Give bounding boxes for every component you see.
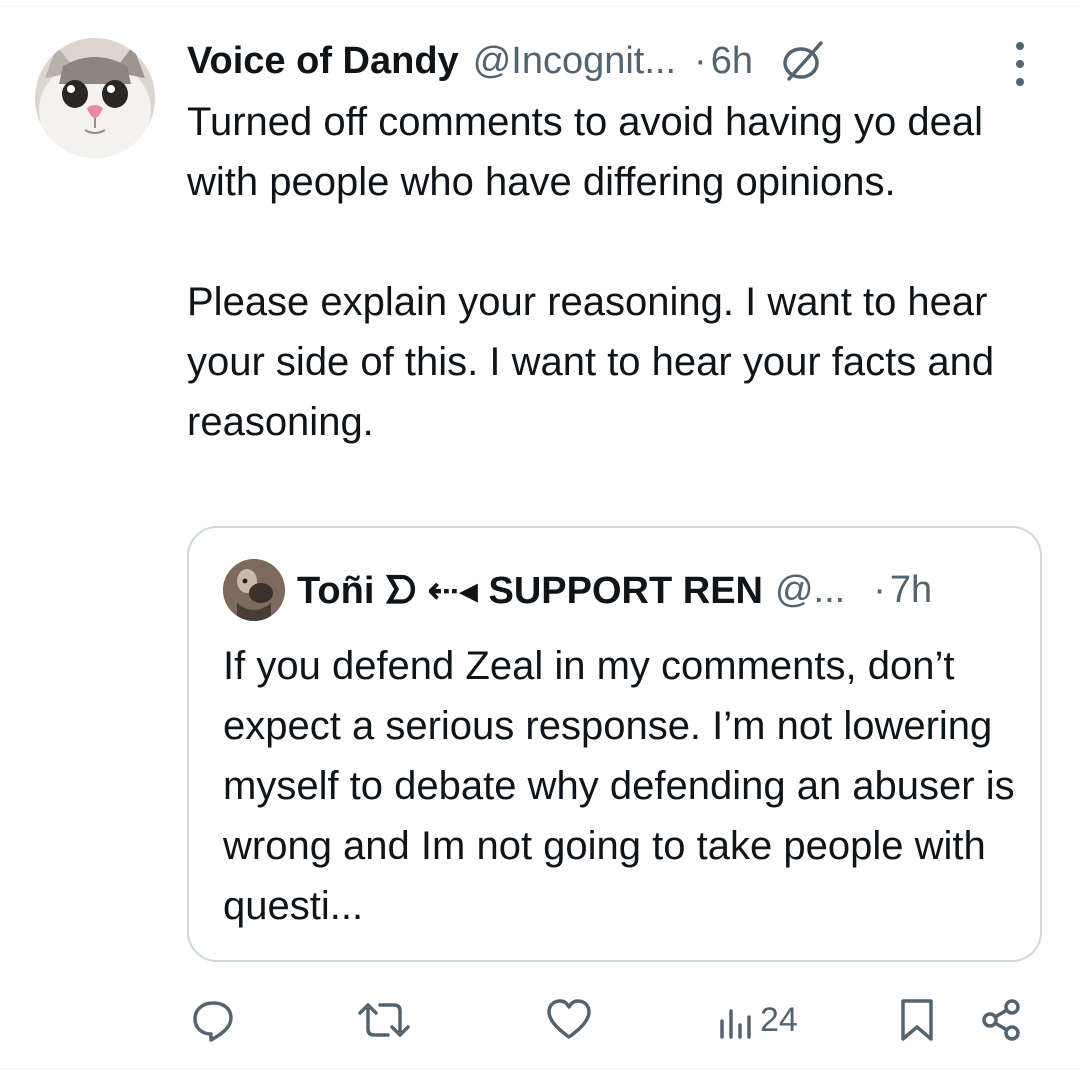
like-button[interactable] [545, 990, 593, 1050]
separator-dot: · [873, 568, 886, 611]
heart-icon [547, 999, 591, 1039]
views-icon [720, 1009, 751, 1039]
no-reply-icon[interactable] [781, 39, 825, 83]
quoted-tweet-text: If you defend Zeal in my comments, don’t… [223, 644, 1015, 928]
share-icon [982, 999, 1020, 1041]
author-avatar[interactable] [35, 38, 155, 158]
bottom-divider [0, 1068, 1080, 1069]
quoted-tweet-card[interactable]: Toñi ᗤ ⇠◂ SUPPORT REN @... · 7h If you d… [187, 526, 1042, 962]
quoted-tweet-header: Toñi ᗤ ⇠◂ SUPPORT REN @... · 7h [223, 558, 1013, 622]
tweet-header: Voice of Dandy @Incognit... · 6h [187, 34, 825, 88]
views-count: 24 [760, 1000, 798, 1039]
tweet-paragraph: Turned off comments to avoid having yo d… [187, 100, 984, 204]
tweet-text: Turned off comments to avoid having yo d… [187, 92, 1047, 452]
reply-button[interactable] [190, 990, 236, 1050]
tweet-paragraph: Please explain your reasoning. I want to… [187, 280, 995, 444]
bookmark-button[interactable] [897, 990, 937, 1050]
separator-dot: · [694, 39, 707, 82]
quoted-author-display-name[interactable]: Toñi ᗤ ⇠◂ SUPPORT REN [297, 568, 763, 613]
more-options-icon[interactable] [1005, 42, 1035, 86]
cat-avatar-icon [35, 38, 155, 158]
reply-icon [193, 1001, 233, 1042]
quoted-author-avatar [223, 559, 285, 621]
tweet-time[interactable]: 6h [711, 40, 753, 83]
author-display-name[interactable]: Voice of Dandy [187, 40, 459, 83]
quoted-author-handle[interactable]: @... [775, 569, 845, 612]
action-bar: 24 [0, 990, 1080, 1050]
quoted-tweet-time[interactable]: 7h [890, 569, 932, 612]
bookmark-icon [901, 999, 933, 1041]
views-button[interactable]: 24 [718, 990, 798, 1050]
quoted-avatar-icon [223, 559, 285, 621]
retweet-icon [358, 1003, 410, 1037]
author-handle[interactable]: @Incognit... [473, 40, 676, 83]
share-button[interactable] [978, 990, 1024, 1050]
retweet-button[interactable] [356, 990, 412, 1050]
top-divider [0, 6, 1080, 7]
